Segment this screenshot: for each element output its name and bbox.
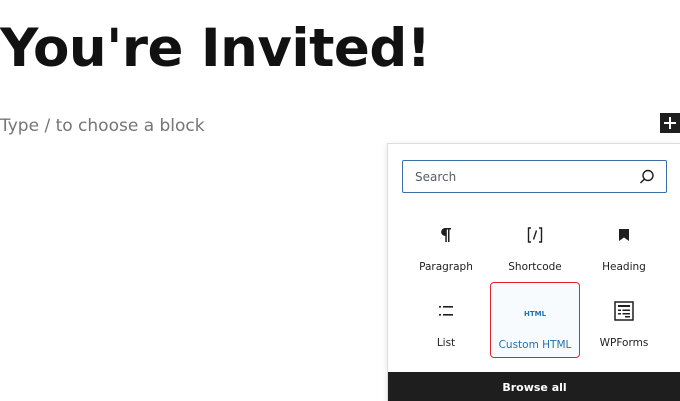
search-icon (639, 169, 654, 184)
block-item-paragraph[interactable]: Paragraph (401, 204, 491, 280)
paragraph-icon (440, 222, 452, 248)
shortcode-icon (527, 222, 543, 248)
block-label: List (436, 337, 456, 349)
search-box (402, 160, 667, 193)
wpforms-icon (614, 298, 634, 324)
block-placeholder[interactable]: Type / to choose a block (0, 116, 205, 136)
block-item-wpforms[interactable]: WPForms (579, 280, 669, 356)
list-icon (438, 298, 454, 324)
block-inserter-popover: Paragraph Shortcode Heading (387, 143, 680, 401)
html-icon: HTML (523, 300, 547, 326)
heading-icon (618, 222, 630, 248)
html-icon-text: HTML (524, 310, 547, 318)
block-item-heading[interactable]: Heading (579, 204, 669, 280)
block-label: Custom HTML (498, 339, 572, 351)
browse-all-button[interactable]: Browse all (388, 372, 680, 401)
block-label: Shortcode (508, 261, 562, 273)
block-item-shortcode[interactable]: Shortcode (490, 204, 580, 280)
plus-icon (664, 117, 676, 129)
block-item-custom-html[interactable]: HTML Custom HTML (490, 282, 580, 358)
add-block-button[interactable] (660, 113, 680, 133)
page-title[interactable]: You're Invited! (0, 14, 431, 84)
block-label: WPForms (599, 337, 649, 349)
search-input[interactable] (403, 161, 638, 192)
block-item-list[interactable]: List (401, 280, 491, 356)
block-label: Paragraph (419, 261, 473, 273)
block-label: Heading (602, 261, 646, 273)
